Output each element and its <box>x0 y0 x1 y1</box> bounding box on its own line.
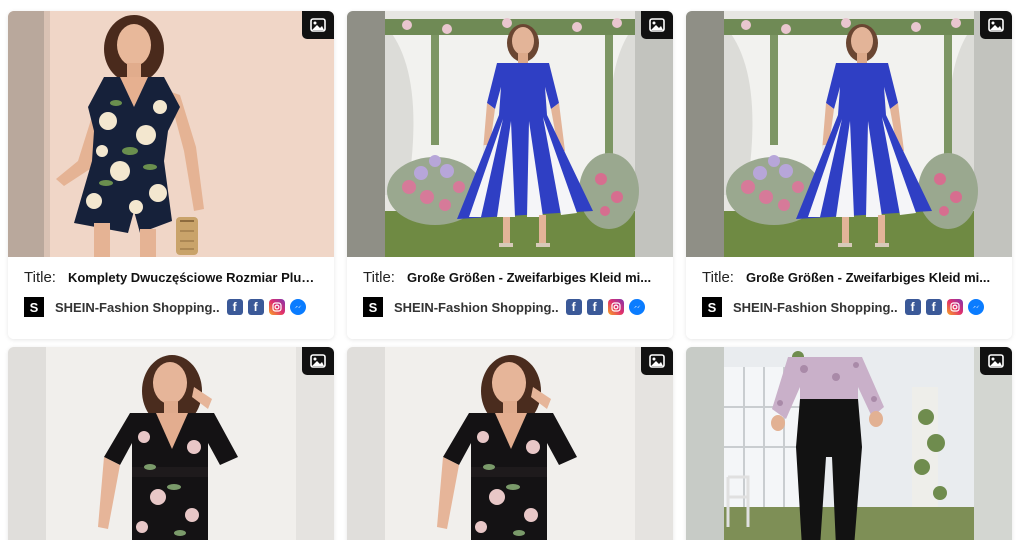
facebook-icon[interactable]: f <box>565 299 582 315</box>
store-logo[interactable]: S <box>363 297 383 317</box>
product-title[interactable]: Große Größen - Zweifarbiges Kleid mi... <box>407 270 651 285</box>
store-name[interactable]: SHEIN-Fashion Shopping.. <box>55 300 220 315</box>
product-image[interactable] <box>686 11 1012 257</box>
product-photo <box>347 11 673 257</box>
product-photo <box>347 347 673 540</box>
product-image[interactable] <box>686 347 1012 540</box>
product-card[interactable]: Title: Große Größen - Zweifarbiges Kleid… <box>347 11 673 339</box>
product-card[interactable] <box>686 347 1012 540</box>
product-info: Title: Große Größen - Zweifarbiges Kleid… <box>347 257 673 339</box>
store-row: S SHEIN-Fashion Shopping.. f f <box>702 297 996 317</box>
instagram-icon[interactable] <box>607 299 624 315</box>
image-icon[interactable] <box>980 11 1012 39</box>
product-info: Title: Komplety Dwuczęściowe Rozmiar Plu… <box>8 257 334 339</box>
store-row: S SHEIN-Fashion Shopping.. f f <box>363 297 657 317</box>
product-card[interactable]: Title: Große Größen - Zweifarbiges Kleid… <box>686 11 1012 339</box>
image-icon[interactable] <box>302 11 334 39</box>
product-photo <box>686 347 1012 540</box>
product-image[interactable] <box>8 347 334 540</box>
store-logo[interactable]: S <box>702 297 722 317</box>
facebook-icon[interactable]: f <box>586 299 603 315</box>
product-card[interactable] <box>8 347 334 540</box>
instagram-icon[interactable] <box>268 299 285 315</box>
messenger-icon[interactable] <box>289 299 306 315</box>
title-row: Title: Große Größen - Zweifarbiges Kleid… <box>363 269 657 286</box>
product-info: Title: Große Größen - Zweifarbiges Kleid… <box>686 257 1012 339</box>
store-name[interactable]: SHEIN-Fashion Shopping.. <box>394 300 559 315</box>
product-image[interactable] <box>347 347 673 540</box>
product-card[interactable] <box>347 347 673 540</box>
product-image[interactable] <box>347 11 673 257</box>
title-label: Title: <box>24 269 56 286</box>
product-image[interactable] <box>8 11 334 257</box>
product-photo <box>8 11 334 257</box>
store-row: S SHEIN-Fashion Shopping.. f f <box>24 297 318 317</box>
instagram-icon[interactable] <box>946 299 963 315</box>
messenger-icon[interactable] <box>967 299 984 315</box>
product-photo <box>686 11 1012 257</box>
title-label: Title: <box>363 269 395 286</box>
image-icon[interactable] <box>641 347 673 375</box>
facebook-icon[interactable]: f <box>925 299 942 315</box>
image-icon[interactable] <box>641 11 673 39</box>
title-label: Title: <box>702 269 734 286</box>
product-title[interactable]: Große Größen - Zweifarbiges Kleid mi... <box>746 270 990 285</box>
image-icon[interactable] <box>980 347 1012 375</box>
store-logo[interactable]: S <box>24 297 44 317</box>
product-grid: Title: Komplety Dwuczęściowe Rozmiar Plu… <box>0 0 1024 540</box>
messenger-icon[interactable] <box>628 299 645 315</box>
facebook-icon[interactable]: f <box>247 299 264 315</box>
facebook-icon[interactable]: f <box>226 299 243 315</box>
store-name[interactable]: SHEIN-Fashion Shopping.. <box>733 300 898 315</box>
title-row: Title: Große Größen - Zweifarbiges Kleid… <box>702 269 996 286</box>
product-card[interactable]: Title: Komplety Dwuczęściowe Rozmiar Plu… <box>8 11 334 339</box>
product-photo <box>8 347 334 540</box>
image-icon[interactable] <box>302 347 334 375</box>
product-title[interactable]: Komplety Dwuczęściowe Rozmiar Plus... <box>68 270 318 285</box>
facebook-icon[interactable]: f <box>904 299 921 315</box>
title-row: Title: Komplety Dwuczęściowe Rozmiar Plu… <box>24 269 318 286</box>
